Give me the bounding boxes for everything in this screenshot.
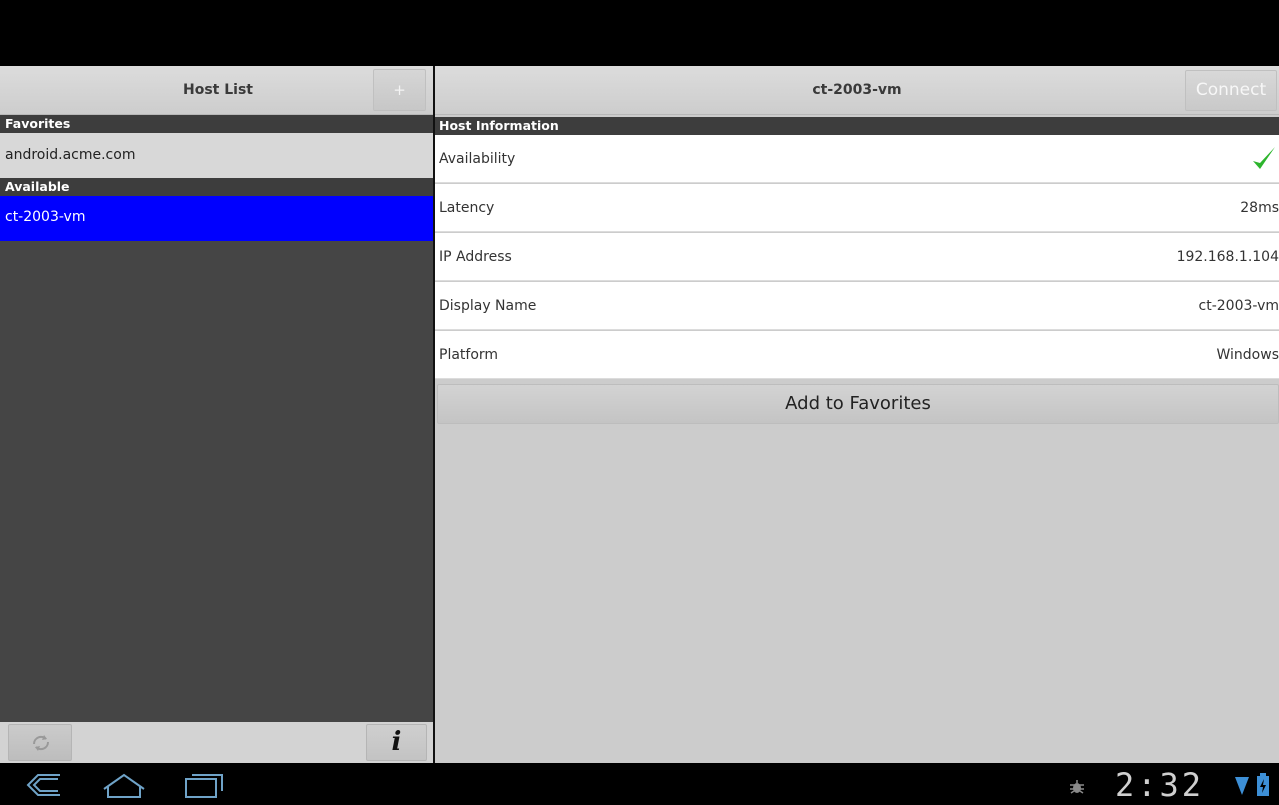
home-icon[interactable] — [100, 771, 148, 799]
host-list-header: Host List + — [0, 66, 433, 115]
info-button[interactable]: i — [366, 724, 427, 761]
add-host-button[interactable]: + — [373, 69, 426, 111]
favorite-host-item[interactable]: android.acme.com — [0, 133, 433, 178]
back-icon[interactable] — [24, 771, 64, 799]
available-host-item-selected[interactable]: ct-2003-vm — [0, 196, 433, 241]
status-area-top — [0, 0, 1279, 66]
display-name-row: Display Name ct-2003-vm — [435, 282, 1279, 330]
debug-icon — [1070, 780, 1084, 794]
wifi-icon — [1235, 777, 1249, 795]
ip-address-row: IP Address 192.168.1.104 — [435, 233, 1279, 281]
host-detail-header: ct-2003-vm Connect — [435, 66, 1279, 115]
favorites-section-header: Favorites — [0, 115, 433, 133]
platform-label: Platform — [439, 347, 499, 363]
platform-value: Windows — [1216, 347, 1279, 363]
host-list-pane: Host List + Favorites android.acme.com A… — [0, 66, 433, 763]
refresh-icon — [32, 735, 50, 751]
host-list-footer: i — [0, 722, 433, 763]
latency-value: 28ms — [1240, 200, 1279, 216]
battery-icon — [1257, 773, 1269, 796]
host-information-header: Host Information — [435, 117, 1279, 135]
display-name-label: Display Name — [439, 298, 537, 314]
available-section-header: Available — [0, 178, 433, 196]
ip-address-value: 192.168.1.104 — [1176, 249, 1279, 265]
recent-apps-icon[interactable] — [182, 771, 226, 799]
display-name-value: ct-2003-vm — [1198, 298, 1279, 314]
host-detail-title: ct-2003-vm — [812, 82, 902, 98]
latency-label: Latency — [439, 200, 495, 216]
connect-button[interactable]: Connect — [1185, 70, 1277, 111]
system-nav-bar: 2:32 — [0, 763, 1279, 805]
latency-row: Latency 28ms — [435, 184, 1279, 232]
host-detail-pane: ct-2003-vm Connect Host Information Avai… — [435, 66, 1279, 763]
refresh-button[interactable] — [8, 724, 72, 761]
availability-label: Availability — [439, 151, 516, 167]
platform-row: Platform Windows — [435, 331, 1279, 379]
system-clock: 2:32 — [1115, 766, 1205, 804]
add-to-favorites-button[interactable]: Add to Favorites — [437, 384, 1279, 424]
host-list-title: Host List — [183, 82, 253, 98]
availability-row: Availability — [435, 135, 1279, 183]
check-icon — [1253, 147, 1275, 169]
ip-address-label: IP Address — [439, 249, 512, 265]
